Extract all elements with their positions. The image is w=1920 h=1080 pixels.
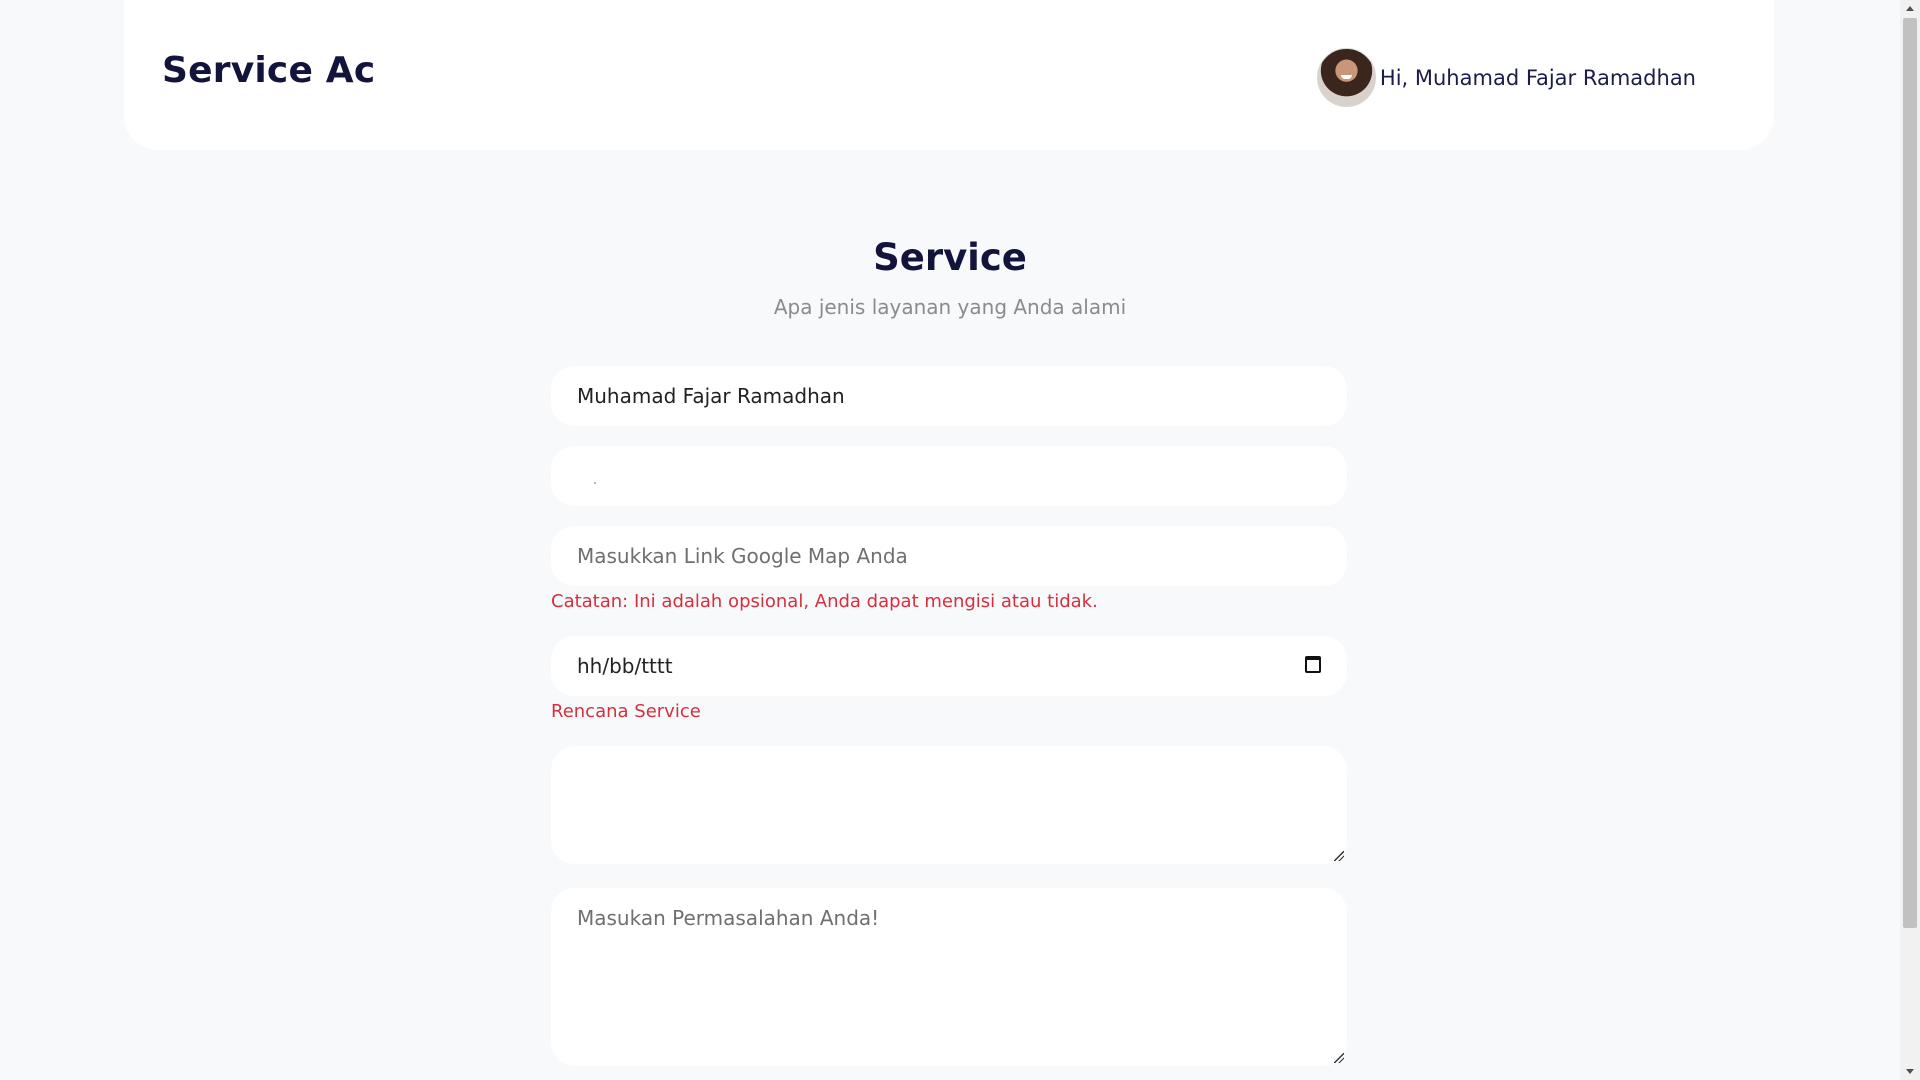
blank-textarea[interactable] <box>551 746 1347 864</box>
service-form: Muhamad Fajar Ramadhan Masukkan Link Goo… <box>551 0 1347 1080</box>
resize-handle[interactable] <box>1334 1053 1344 1063</box>
resize-handle[interactable] <box>1334 851 1344 861</box>
vertical-scrollbar[interactable] <box>1900 0 1920 1080</box>
service-plan-note: Rencana Service <box>551 701 701 722</box>
brand-logo-text[interactable]: Service Ac <box>162 50 375 91</box>
calendar-icon[interactable] <box>1305 656 1321 673</box>
problem-placeholder: Masukan Permasalahan Anda! <box>577 906 880 930</box>
name-input[interactable]: Muhamad Fajar Ramadhan <box>551 366 1347 426</box>
user-greeting[interactable]: Hi, Muhamad Fajar Ramadhan <box>1380 66 1696 90</box>
date-placeholder: hh/bb/tttt <box>577 654 673 678</box>
page-viewport: Service Ac Hi, Muhamad Fajar Ramadhan Se… <box>0 0 1900 1080</box>
scroll-up-arrow-icon[interactable] <box>1906 6 1914 11</box>
service-date-input[interactable]: hh/bb/tttt <box>551 636 1347 696</box>
blank-input[interactable] <box>551 446 1347 506</box>
map-optional-note: Catatan: Ini adalah opsional, Anda dapat… <box>551 591 1098 612</box>
user-menu[interactable]: Hi, Muhamad Fajar Ramadhan <box>1316 48 1696 107</box>
problem-textarea[interactable]: Masukan Permasalahan Anda! <box>551 888 1347 1066</box>
input-cursor-mark <box>594 482 596 484</box>
scrollbar-thumb[interactable] <box>1903 18 1917 928</box>
google-map-link-input[interactable]: Masukkan Link Google Map Anda <box>551 526 1347 586</box>
scroll-down-arrow-icon[interactable] <box>1906 1069 1914 1074</box>
